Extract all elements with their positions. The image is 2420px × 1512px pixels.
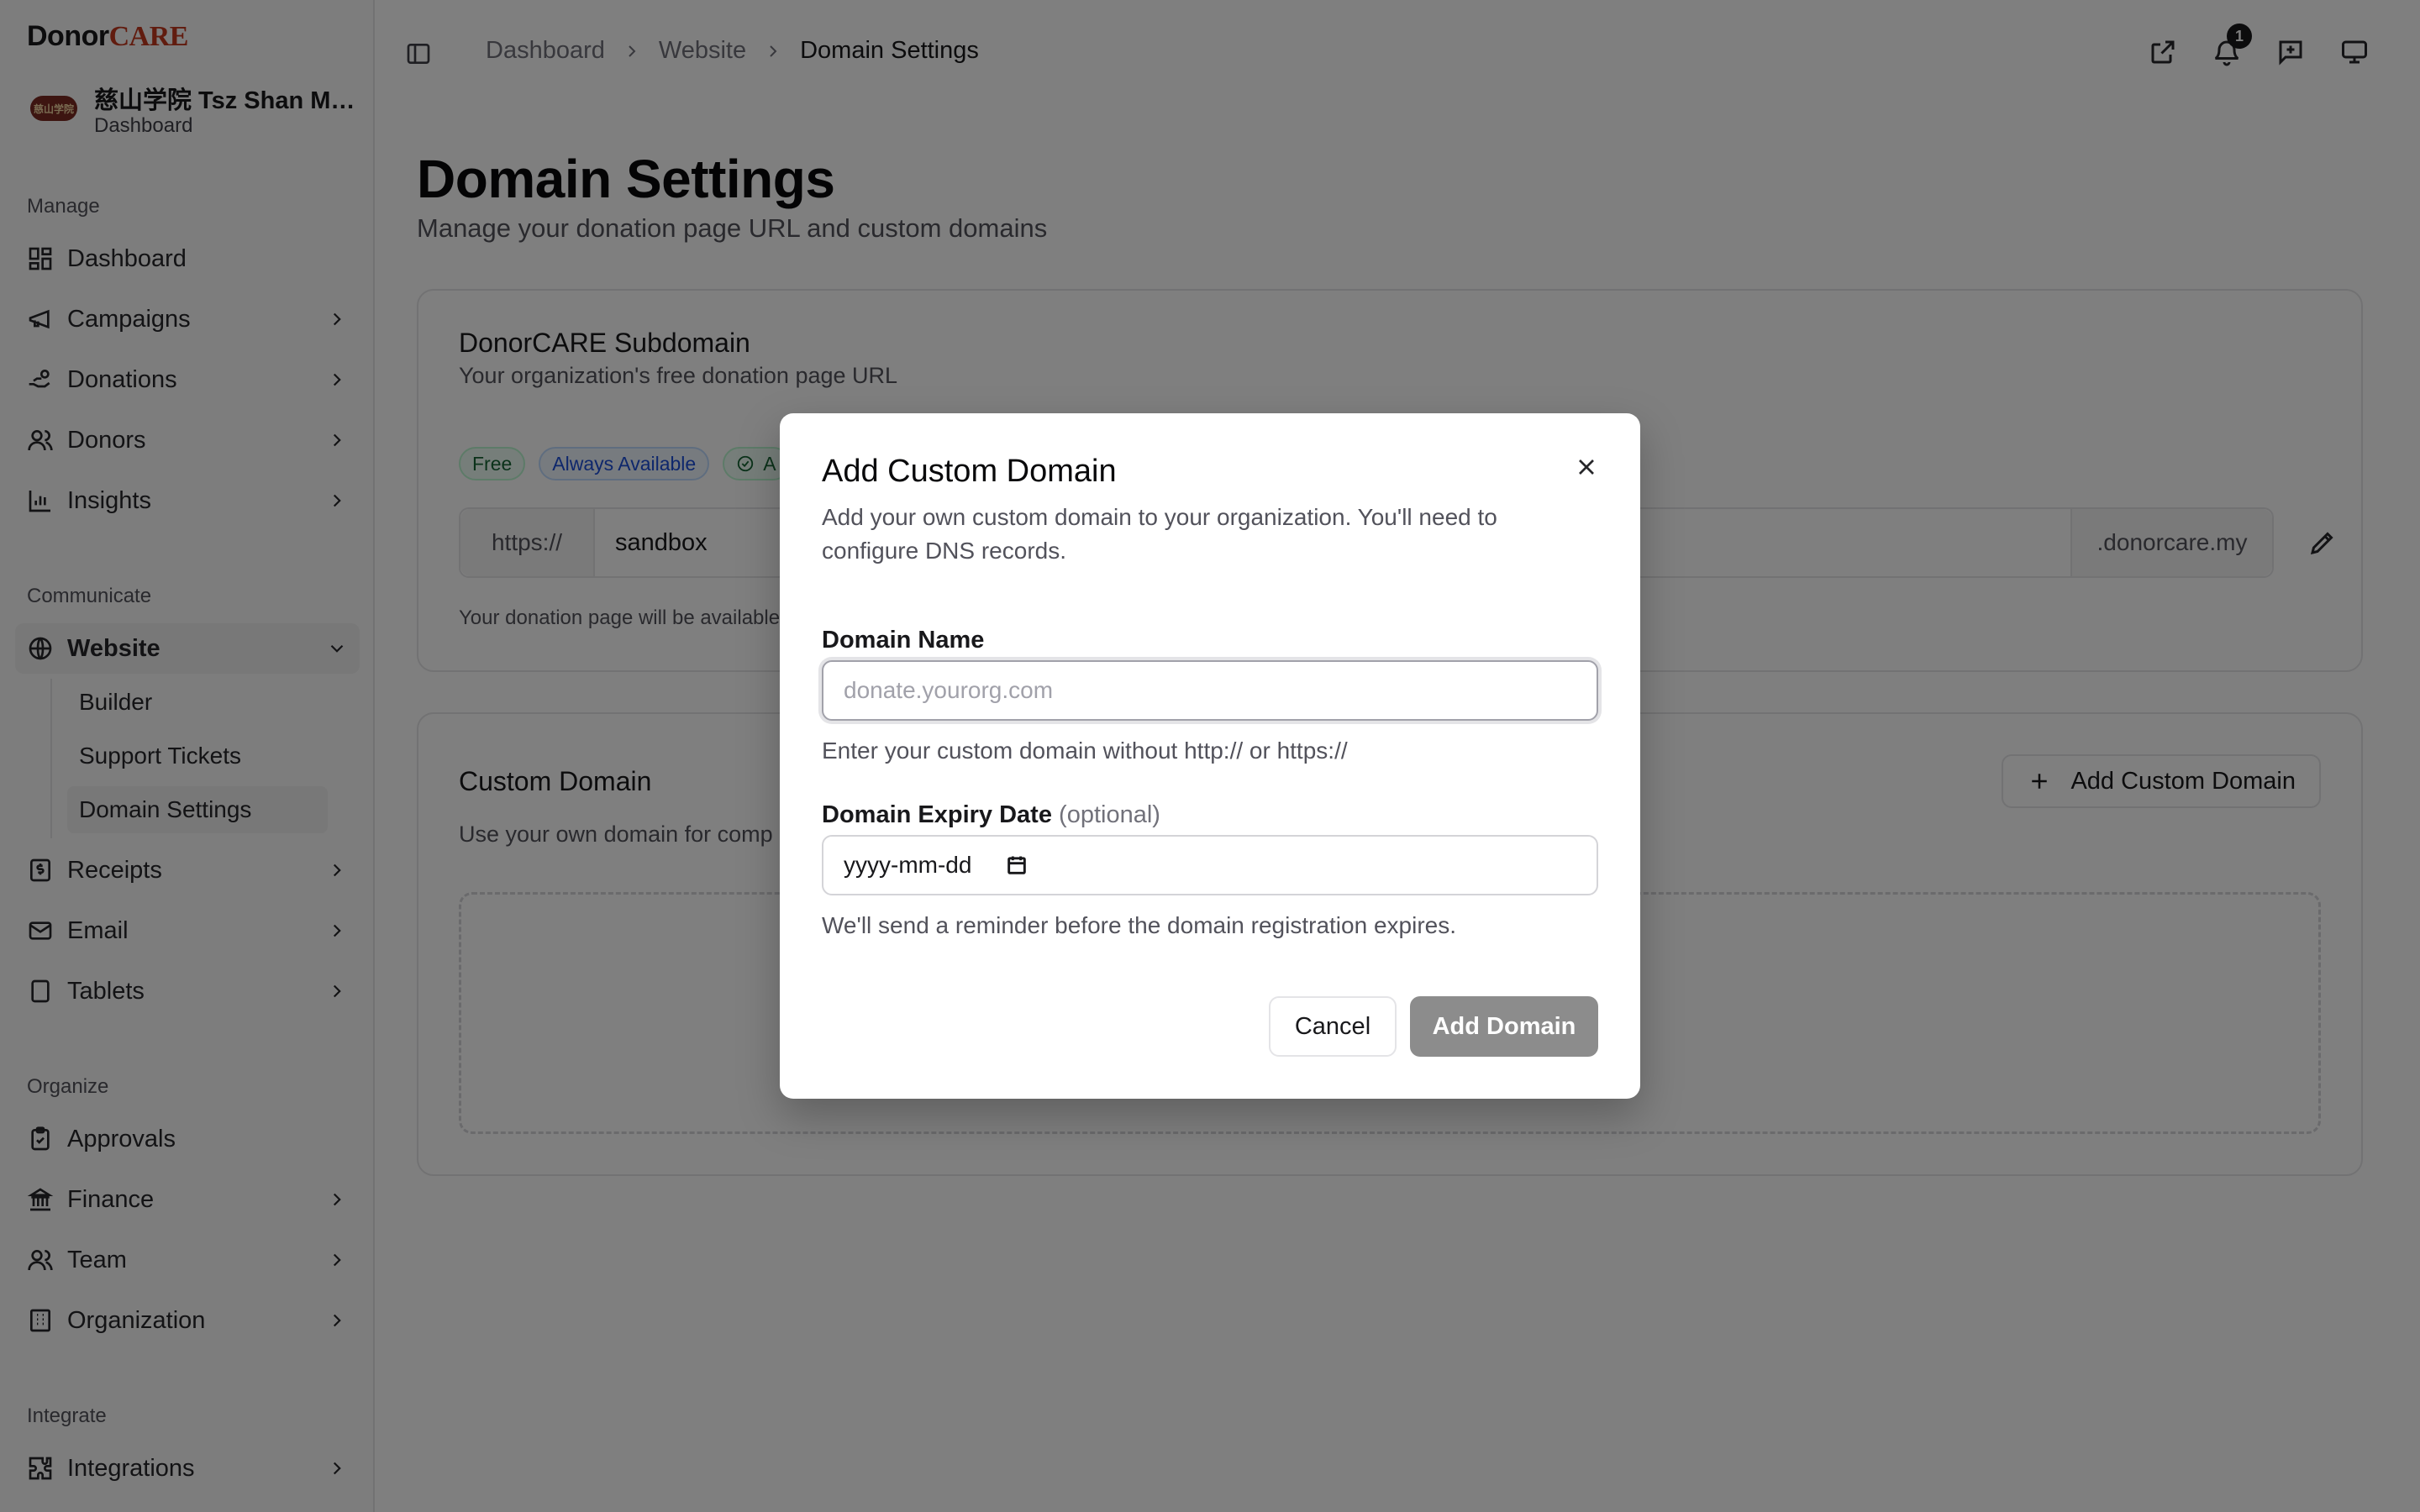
expiry-date-help: We'll send a reminder before the domain … [822,912,1456,938]
domain-name-label: Domain Name [822,627,985,654]
cancel-button[interactable]: Cancel [1269,996,1397,1057]
close-icon[interactable] [1573,454,1600,480]
date-placeholder: yyyy-mm-dd [844,852,972,878]
add-domain-button[interactable]: Add Domain [1410,996,1598,1057]
domain-name-input[interactable] [822,660,1598,721]
calendar-icon[interactable] [1005,853,1028,877]
dialog-title: Add Custom Domain [822,454,1117,489]
dialog-description: Add your own custom domain to your organ… [822,504,1497,564]
add-custom-domain-dialog: Add Custom Domain Add your own custom do… [780,413,1640,1099]
expiry-date-label: Domain Expiry Date (optional) [822,801,1160,828]
expiry-date-input[interactable]: yyyy-mm-dd [822,835,1598,895]
domain-name-help: Enter your custom domain without http://… [822,738,1348,764]
